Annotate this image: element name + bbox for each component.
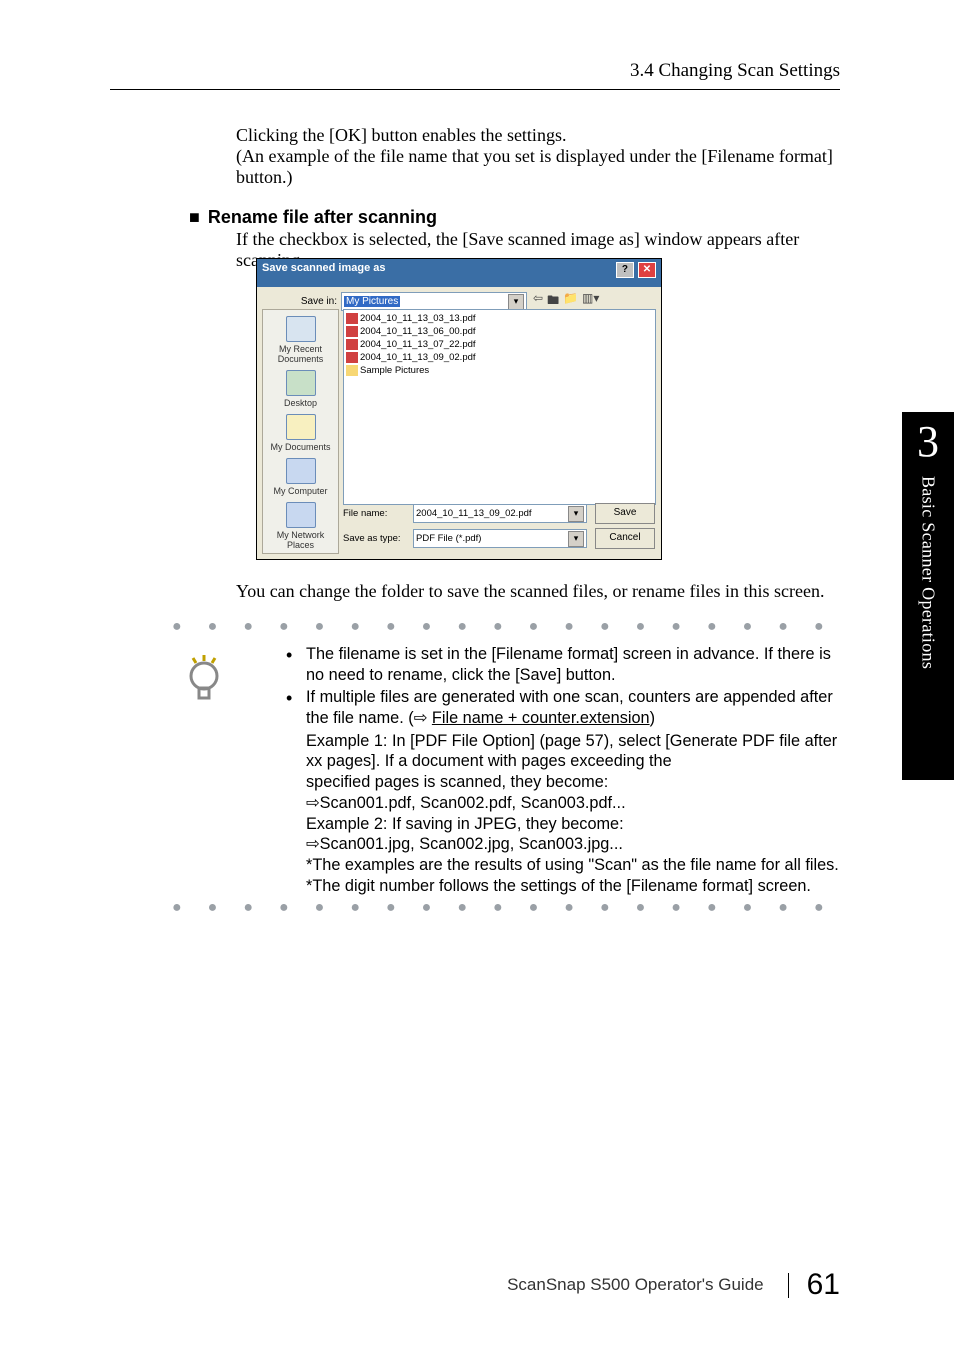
pdf-icon [346, 339, 358, 350]
list-item[interactable]: 2004_10_11_13_03_13.pdf [346, 312, 653, 325]
file-name: 2004_10_11_13_07_22.pdf [360, 339, 476, 350]
pdf-icon [346, 313, 358, 324]
header-rule [110, 89, 840, 90]
save-in-label: Save in: [279, 296, 341, 307]
pdf-icon [346, 326, 358, 337]
save-in-value: My Pictures [344, 296, 400, 307]
filename-counter-link: File name + counter.extension [432, 709, 650, 727]
save-button[interactable]: Save [595, 503, 655, 524]
place-desktop-label: Desktop [284, 398, 317, 408]
place-mycomp[interactable]: My Computer [263, 458, 338, 496]
list-item[interactable]: 2004_10_11_13_06_00.pdf [346, 325, 653, 338]
hint-example1-b: specified pages is scanned, they become: [284, 772, 840, 793]
file-list[interactable]: 2004_10_11_13_03_13.pdf 2004_10_11_13_06… [343, 309, 656, 505]
place-desktop[interactable]: Desktop [263, 370, 338, 408]
page-footer: ScanSnap S500 Operator's Guide 61 [110, 1268, 840, 1302]
chapter-tab: 3 Basic Scanner Operations [902, 412, 954, 780]
dialog-titlebar: Save scanned image as ? ✕ [257, 259, 661, 287]
hint-example2-b: ⇨Scan001.jpg, Scan002.jpg, Scan003.jpg..… [284, 834, 840, 855]
place-mydocs[interactable]: My Documents [263, 414, 338, 452]
file-name: Sample Pictures [360, 365, 429, 376]
hint-bullet-2: If multiple files are generated with one… [284, 687, 840, 728]
folder-icon [346, 365, 358, 376]
save-dialog-screenshot: Save scanned image as ? ✕ Save in: My Pi… [256, 258, 662, 560]
page-number: 61 [807, 1268, 840, 1302]
post-dialog-text: You can change the folder to save the sc… [236, 581, 840, 602]
place-mycomp-label: My Computer [273, 486, 327, 496]
hint-icon [183, 654, 225, 706]
intro-line2: (An example of the file name that you se… [236, 146, 833, 187]
chevron-down-icon[interactable]: ▾ [568, 531, 584, 547]
hint-b2-suffix: ) [650, 709, 655, 727]
place-recent[interactable]: My Recent Documents [263, 316, 338, 364]
hint-note1: *The examples are the results of using "… [284, 855, 840, 876]
filename-input[interactable]: 2004_10_11_13_09_02.pdf ▾ [413, 504, 587, 523]
arrow-icon: ⇨ [414, 709, 428, 727]
hint-example1-c: ⇨Scan001.pdf, Scan002.pdf, Scan003.pdf..… [284, 793, 840, 814]
intro-paragraph: Clicking the [OK] button enables the set… [236, 125, 840, 188]
section-title-text: Rename file after scanning [208, 207, 437, 227]
chapter-number: 3 [902, 412, 954, 476]
footer-guide-title: ScanSnap S500 Operator's Guide [507, 1275, 764, 1295]
hint-note2: *The digit number follows the settings o… [284, 876, 840, 897]
section-marker: ■ [189, 207, 200, 227]
section-heading-rename: ■ Rename file after scanning [189, 207, 840, 228]
savetype-label: Save as type: [343, 533, 413, 544]
filename-value: 2004_10_11_13_09_02.pdf [416, 508, 532, 519]
help-icon[interactable]: ? [616, 262, 634, 278]
hint-example2-a: Example 2: If saving in JPEG, they becom… [284, 814, 840, 835]
file-name: 2004_10_11_13_09_02.pdf [360, 352, 476, 363]
divider-dots-bottom: ● ● ● ● ● ● ● ● ● ● ● ● ● ● ● ● ● ● ● ● … [172, 899, 840, 917]
file-name: 2004_10_11_13_06_00.pdf [360, 326, 476, 337]
savetype-dropdown[interactable]: PDF File (*.pdf) ▾ [413, 529, 587, 548]
list-item[interactable]: Sample Pictures [346, 364, 653, 377]
pdf-icon [346, 352, 358, 363]
hint-content: The filename is set in the [Filename for… [284, 644, 840, 896]
filename-label: File name: [343, 508, 413, 519]
file-name: 2004_10_11_13_03_13.pdf [360, 313, 476, 324]
running-header: 3.4 Changing Scan Settings [110, 60, 840, 82]
cancel-button[interactable]: Cancel [595, 528, 655, 549]
place-recent-label: My Recent Documents [278, 344, 324, 364]
chevron-down-icon[interactable]: ▾ [568, 506, 584, 522]
place-mydocs-label: My Documents [270, 442, 330, 452]
places-bar: My Recent Documents Desktop My Documents… [262, 309, 339, 554]
list-item[interactable]: 2004_10_11_13_07_22.pdf [346, 338, 653, 351]
list-item[interactable]: 2004_10_11_13_09_02.pdf [346, 351, 653, 364]
chapter-title: Basic Scanner Operations [918, 476, 939, 766]
chevron-down-icon[interactable]: ▾ [508, 294, 524, 310]
intro-line1: Clicking the [OK] button enables the set… [236, 125, 566, 145]
footer-separator [788, 1273, 789, 1298]
hint-bullet-1: The filename is set in the [Filename for… [284, 644, 840, 685]
place-network[interactable]: My Network Places [263, 502, 338, 550]
dialog-title-text: Save scanned image as [262, 262, 386, 284]
savetype-value: PDF File (*.pdf) [416, 533, 481, 544]
hint-example1-a: Example 1: In [PDF File Option] (page 57… [284, 731, 840, 772]
close-icon[interactable]: ✕ [638, 262, 656, 278]
place-network-label: My Network Places [277, 530, 325, 550]
divider-dots-top: ● ● ● ● ● ● ● ● ● ● ● ● ● ● ● ● ● ● ● ● … [172, 618, 840, 636]
